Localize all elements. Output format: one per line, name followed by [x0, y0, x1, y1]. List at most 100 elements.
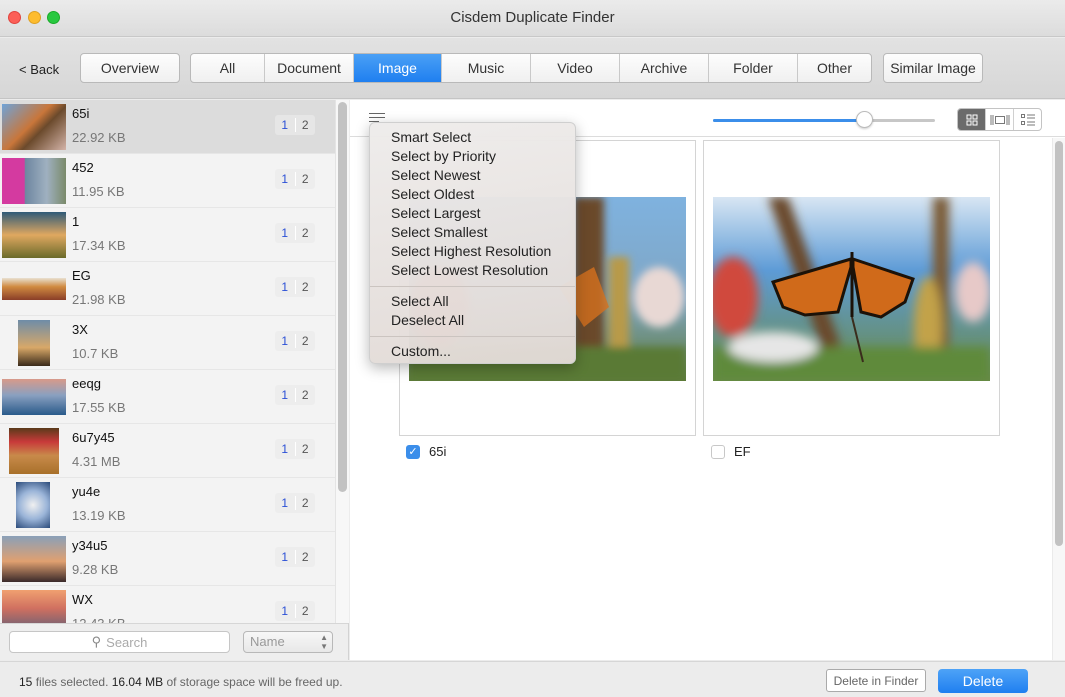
duplicate-group-row[interactable]: 65i 22.92 KB 1 2	[0, 100, 335, 154]
filmstrip-view-button[interactable]	[986, 109, 1014, 130]
menu-item-select-oldest[interactable]: Select Oldest	[370, 185, 575, 204]
preview-scrollbar-thumb[interactable]	[1055, 141, 1063, 546]
duplicate-group-row[interactable]: 1 17.34 KB 1 2	[0, 208, 335, 262]
sort-select[interactable]: Name ▲ ▼	[243, 631, 333, 653]
slider-fill	[713, 119, 864, 122]
file-size: 12.43 KB	[72, 616, 126, 623]
total-count: 2	[301, 496, 309, 510]
similar-image-button[interactable]: Similar Image	[883, 53, 983, 83]
duplicate-group-row[interactable]: WX 12.43 KB 12	[0, 586, 335, 623]
filmstrip-icon	[990, 114, 1009, 125]
sidebar-scrollbar-track[interactable]	[335, 100, 349, 623]
select-menu: Smart Select Select by Priority Select N…	[369, 122, 576, 364]
image-card[interactable]	[703, 140, 1000, 436]
menu-item-select-by-priority[interactable]: Select by Priority	[370, 147, 575, 166]
back-button[interactable]: < Back	[19, 62, 59, 77]
file-name: y34u5	[72, 538, 108, 553]
couple-sunset-thumbnail	[2, 590, 66, 623]
sort-value: Name	[250, 634, 285, 649]
ocean-whale-thumbnail	[2, 379, 66, 415]
duplicate-group-row[interactable]: 3X 10.7 KB 1 2	[0, 316, 335, 370]
selected-count: 1	[275, 496, 296, 510]
sunset-portrait-thumbnail	[18, 320, 50, 366]
tab-document[interactable]: Document	[265, 54, 354, 82]
duplicate-count-badge: 12	[275, 277, 315, 297]
delete-in-finder-button[interactable]: Delete in Finder	[826, 669, 926, 692]
duplicate-count-badge: 12	[275, 493, 315, 513]
overview-button[interactable]: Overview	[80, 53, 180, 83]
total-count: 2	[301, 550, 309, 564]
thumbnail-size-slider[interactable]	[713, 111, 935, 128]
image-checkbox-row: EF	[711, 444, 751, 459]
search-placeholder: Search	[106, 634, 148, 650]
preview-scrollbar-track[interactable]	[1052, 138, 1065, 660]
selected-count: 1	[275, 226, 296, 240]
selected-count: 1	[275, 442, 296, 456]
duplicate-list: 65i 22.92 KB 1 2 452 11.95 KB 1 2 1 17.34 KB 1 2 EG 2…	[0, 100, 335, 623]
tab-folder[interactable]: Folder	[709, 54, 798, 82]
file-type-tabs: All Document Image Music Video Archive F…	[190, 53, 872, 83]
menu-item-select-newest[interactable]: Select Newest	[370, 166, 575, 185]
search-icon: ⚲	[91, 634, 102, 649]
duplicate-group-row[interactable]: eeqg 17.55 KB 1 2	[0, 370, 335, 424]
path-sunset-thumbnail	[2, 278, 66, 300]
status-bar: 15 files selected. 16.04 MB of storage s…	[0, 661, 1065, 697]
menu-item-select-highest-resolution[interactable]: Select Highest Resolution	[370, 242, 575, 261]
menu-item-select-smallest[interactable]: Select Smallest	[370, 223, 575, 242]
file-size: 10.7 KB	[72, 346, 119, 361]
search-input[interactable]: ⚲ Search	[9, 631, 230, 653]
selected-count: 1	[275, 172, 296, 186]
menu-separator	[370, 286, 575, 287]
menu-item-select-lowest-resolution[interactable]: Select Lowest Resolution	[370, 261, 575, 280]
tab-video[interactable]: Video	[531, 54, 620, 82]
delete-button[interactable]: Delete	[938, 669, 1028, 693]
file-size: 21.98 KB	[72, 292, 126, 307]
total-count: 2	[301, 226, 309, 240]
menu-item-custom[interactable]: Custom...	[370, 342, 575, 361]
tab-other[interactable]: Other	[798, 54, 871, 82]
menu-item-deselect-all[interactable]: Deselect All	[370, 311, 575, 330]
list-view-button[interactable]	[1014, 109, 1041, 130]
toy-table-thumbnail	[9, 428, 59, 474]
duplicate-group-row[interactable]: 6u7y45 4.31 MB 1 2	[0, 424, 335, 478]
menu-item-smart-select[interactable]: Smart Select	[370, 128, 575, 147]
file-size: 17.34 KB	[72, 238, 126, 253]
image-checkbox[interactable]: ✓	[406, 444, 420, 459]
selected-count: 1	[275, 388, 296, 402]
duplicate-count-badge: 12	[275, 439, 315, 459]
selected-count: 1	[275, 118, 296, 132]
file-size: 13.19 KB	[72, 508, 126, 523]
menu-item-select-all[interactable]: Select All	[370, 292, 575, 311]
tab-image[interactable]: Image	[354, 54, 442, 82]
image-label: 65i	[429, 444, 447, 459]
file-size: 9.28 KB	[72, 562, 119, 577]
tab-archive[interactable]: Archive	[620, 54, 709, 82]
duplicate-group-row[interactable]: 452 11.95 KB 1 2	[0, 154, 335, 208]
file-name: 65i	[72, 106, 90, 121]
view-mode-switch	[957, 108, 1042, 131]
file-size: 22.92 KB	[72, 130, 126, 145]
tab-all[interactable]: All	[191, 54, 265, 82]
file-name: 452	[72, 160, 94, 175]
menu-item-select-largest[interactable]: Select Largest	[370, 204, 575, 223]
duplicate-count-badge: 12	[275, 223, 315, 243]
pink-jacket-rainbow-thumbnail	[2, 158, 66, 204]
halo-sky-thumbnail	[16, 482, 50, 528]
tab-music[interactable]: Music	[442, 54, 531, 82]
grid-view-button[interactable]	[958, 109, 986, 130]
selected-file-count: 15	[19, 675, 33, 689]
image-label: EF	[734, 444, 751, 459]
file-size: 4.31 MB	[72, 454, 121, 469]
sidebar-scrollbar-thumb[interactable]	[338, 102, 347, 492]
total-count: 2	[301, 334, 309, 348]
slider-knob[interactable]	[855, 111, 873, 128]
menu-separator	[370, 336, 575, 337]
image-checkbox[interactable]	[711, 444, 725, 459]
duplicate-group-row[interactable]: EG 21.98 KB 1 2	[0, 262, 335, 316]
total-count: 2	[301, 172, 309, 186]
total-count: 2	[301, 442, 309, 456]
duplicate-group-row[interactable]: yu4e 13.19 KB 1 2	[0, 478, 335, 532]
stepper-arrows-icon: ▲ ▼	[320, 633, 328, 651]
file-name: eeqg	[72, 376, 101, 391]
duplicate-group-row[interactable]: y34u5 9.28 KB 1 2	[0, 532, 335, 586]
